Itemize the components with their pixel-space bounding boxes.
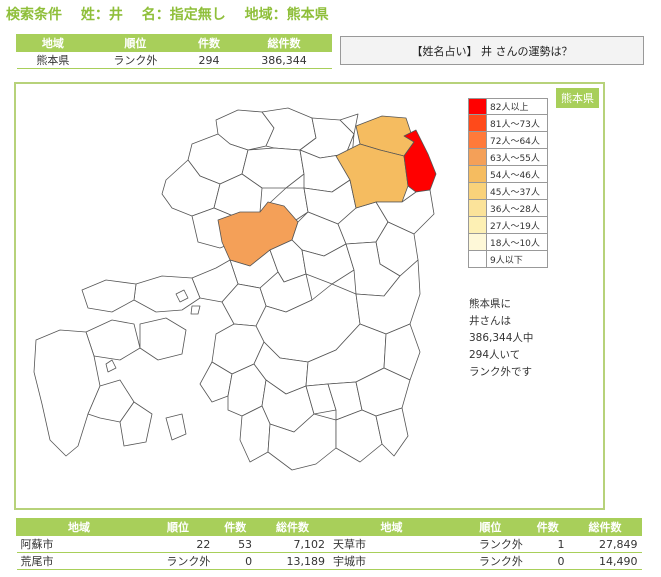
legend-label: 63人〜55人: [490, 153, 540, 164]
summary-count: 294: [181, 51, 237, 69]
city-header-rank: 順位: [141, 518, 215, 536]
summary-header-row: 地域 順位 件数 総件数: [16, 34, 332, 52]
fortune-button[interactable]: 【姓名占い】 井 さんの運勢は？: [340, 36, 644, 65]
legend-row: 82人以上: [468, 98, 548, 115]
summary-region: 熊本県: [16, 51, 90, 69]
city-total: 13,189: [256, 552, 329, 570]
search-region: 地域：熊本県: [244, 7, 329, 23]
legend-row: 45人〜37人: [468, 183, 548, 200]
city-total: 14,490: [568, 552, 642, 570]
legend-row: 36人〜28人: [468, 200, 548, 217]
city-header-count-2: 件数: [526, 518, 570, 536]
summary-table: 地域 順位 件数 総件数 熊本県 ランク外 294 386,344: [16, 34, 332, 69]
municipality-shishijima[interactable]: [165, 413, 187, 441]
city-header-total: 総件数: [255, 518, 330, 536]
legend-row: 63人〜55人: [468, 149, 548, 166]
city-name-link[interactable]: 宇城市: [328, 552, 454, 570]
legend-swatch: [469, 166, 487, 182]
info-line: 294人いて: [469, 349, 521, 361]
prefecture-badge: 熊本県: [556, 88, 599, 108]
info-line: 井さんは: [469, 315, 511, 327]
summary-total: 386,344: [236, 51, 332, 69]
city-table: 地域 順位 件数 総件数 地域 順位 件数 総件数 阿蘇市 22 53 7,10…: [16, 518, 642, 570]
legend-label: 45人〜37人: [490, 187, 540, 198]
municipality-kamiamakusa[interactable]: [139, 317, 187, 361]
summary-rank: ランク外: [89, 51, 182, 69]
table-row: 荒尾市 ランク外 0 13,189 宇城市 ランク外 0 14,490: [16, 552, 642, 570]
city-total: 27,849: [568, 535, 642, 553]
municipality-yunomae[interactable]: [375, 407, 409, 457]
map-info-text: 熊本県に 井さんは 386,344人中 294人いて ランク外です: [469, 296, 533, 381]
legend-label: 54人〜46人: [490, 170, 540, 181]
search-conditions: 検索条件 姓：井 名：指定無し 地域：熊本県: [6, 4, 343, 24]
legend-swatch: [469, 200, 487, 216]
legend-label: 36人〜28人: [490, 204, 540, 215]
legend-label: 9人以下: [490, 255, 523, 266]
city-header-total-2: 総件数: [568, 518, 642, 536]
table-row: 阿蘇市 22 53 7,102 天草市 ランク外 1 27,849: [16, 535, 642, 553]
legend-row: 72人〜64人: [468, 132, 548, 149]
legend-swatch: [469, 251, 487, 267]
legend-swatch: [469, 234, 487, 250]
legend-row: 27人〜19人: [468, 217, 548, 234]
map-panel: 熊本県 82人以上 81人〜73人 72人〜64人 63人〜55人 54人〜46…: [14, 82, 605, 510]
city-header-region-2: 地域: [328, 518, 455, 536]
legend-swatch: [469, 217, 487, 233]
legend-label: 72人〜64人: [490, 136, 540, 147]
city-header-region: 地域: [16, 518, 142, 536]
summary-row: 熊本県 ランク外 294 386,344: [16, 51, 332, 69]
summary-header-total: 総件数: [236, 34, 332, 52]
city-count: 53: [214, 535, 257, 553]
legend-swatch: [469, 149, 487, 165]
legend-row: 54人〜46人: [468, 166, 548, 183]
summary-header-count: 件数: [181, 34, 238, 52]
search-surname: 姓：井: [80, 7, 123, 23]
legend-swatch: [469, 132, 487, 148]
map-legend: 82人以上 81人〜73人 72人〜64人 63人〜55人 54人〜46人 45…: [468, 98, 548, 268]
legend-row: 18人〜10人: [468, 234, 548, 251]
legend-swatch: [469, 99, 487, 114]
legend-label: 82人以上: [490, 103, 529, 113]
city-rank: ランク外: [453, 552, 527, 570]
municipality-ubuyama[interactable]: [403, 129, 437, 193]
city-count: 1: [526, 535, 569, 553]
info-line: ランク外です: [469, 366, 532, 378]
municipality-misumi-1[interactable]: [133, 275, 201, 313]
city-count: 0: [526, 552, 569, 570]
city-header-row: 地域 順位 件数 総件数 地域 順位 件数 総件数: [16, 518, 642, 536]
summary-header-rank: 順位: [88, 34, 183, 52]
city-rank: ランク外: [453, 535, 527, 553]
legend-swatch: [469, 115, 487, 131]
city-total: 7,102: [256, 535, 329, 553]
legend-label: 18人〜10人: [490, 238, 540, 249]
city-name-link[interactable]: 天草市: [328, 535, 454, 553]
city-name-link[interactable]: 阿蘇市: [16, 535, 142, 553]
legend-label: 27人〜19人: [490, 221, 540, 232]
city-rank: ランク外: [141, 552, 215, 570]
city-name-link[interactable]: 荒尾市: [16, 552, 142, 570]
city-count: 0: [214, 552, 257, 570]
municipality-kuma-south-1[interactable]: [239, 405, 271, 463]
info-line: 熊本県に: [469, 298, 511, 310]
info-line: 386,344人中: [469, 332, 534, 344]
legend-row: 9人以下: [468, 251, 548, 268]
search-label: 検索条件: [6, 7, 62, 23]
legend-label: 81人〜73人: [490, 119, 540, 130]
municipality-amakusa-city[interactable]: [33, 329, 101, 457]
city-header-rank-2: 順位: [453, 518, 528, 536]
city-header-count: 件数: [213, 518, 257, 536]
search-given-name: 名：指定無し: [141, 7, 226, 23]
legend-row: 81人〜73人: [468, 115, 548, 132]
city-rank: 22: [141, 535, 215, 553]
island-3: [105, 359, 117, 373]
legend-swatch: [469, 183, 487, 199]
island-2: [190, 305, 201, 315]
summary-header-region: 地域: [16, 34, 90, 52]
municipality-kuma-south-3[interactable]: [335, 409, 383, 463]
municipality-amakusa-north[interactable]: [85, 319, 141, 361]
municipality-misumi-2[interactable]: [81, 279, 137, 313]
